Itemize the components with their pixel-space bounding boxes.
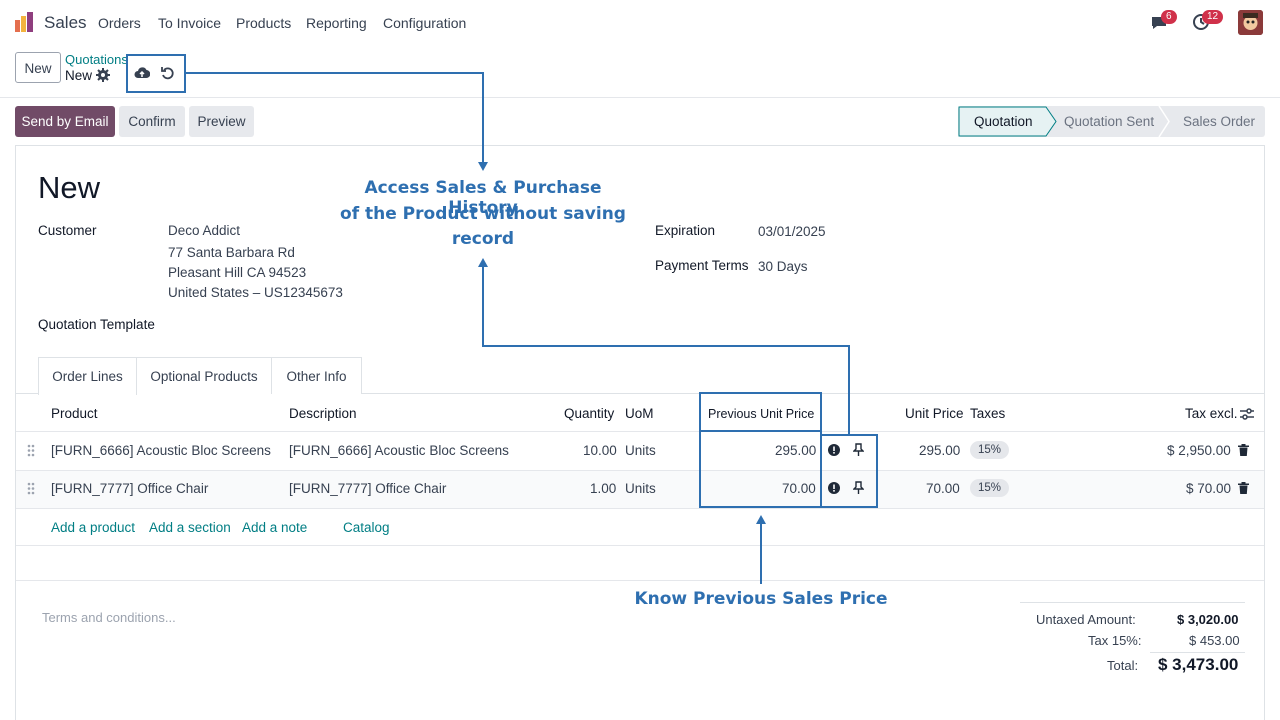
tab-optional-products[interactable]: Optional Products — [136, 357, 272, 394]
status-quotation-sent[interactable]: Quotation Sent — [1064, 106, 1154, 137]
totals-top-border — [1020, 602, 1245, 603]
row-quantity[interactable]: 10.00 — [583, 443, 617, 458]
annotation-connector-to-icons — [848, 345, 850, 435]
quotation-template-label: Quotation Template — [38, 317, 155, 332]
col-tax-excl[interactable]: Tax excl. — [1185, 406, 1238, 421]
col-product[interactable]: Product — [51, 406, 98, 421]
tab-order-lines[interactable]: Order Lines — [38, 357, 137, 395]
annotation-arrow-up-price-icon — [755, 512, 767, 524]
row-unit-price[interactable]: 70.00 — [926, 481, 960, 496]
menu-reporting[interactable]: Reporting — [306, 15, 367, 31]
add-links-divider — [16, 545, 1264, 546]
drag-handle-icon[interactable] — [27, 482, 35, 495]
payment-terms-value[interactable]: 30 Days — [758, 259, 808, 274]
total-label: Total: — [1107, 658, 1139, 673]
delete-row-icon[interactable] — [1238, 482, 1249, 494]
menu-orders[interactable]: Orders — [98, 15, 141, 31]
tax-badge[interactable]: 15% — [970, 441, 1010, 459]
annotation-box-previous-price-values — [699, 430, 822, 508]
customer-label: Customer — [38, 223, 97, 238]
customer-name[interactable]: Deco Addict — [168, 223, 240, 238]
tax-label: Tax 15%: — [1088, 633, 1142, 648]
confirm-button[interactable]: Confirm — [119, 106, 185, 137]
catalog-link[interactable]: Catalog — [343, 520, 390, 535]
annotation-box-history-icons — [820, 434, 878, 508]
tax-badge[interactable]: 15% — [970, 479, 1010, 497]
row-divider — [16, 508, 1264, 509]
payment-terms-label: Payment Terms — [655, 258, 749, 273]
customer-address-line3: United States – US12345673 — [168, 285, 343, 300]
totals-divider — [1150, 652, 1245, 653]
row-uom[interactable]: Units — [625, 443, 656, 458]
row-description[interactable]: [FURN_7777] Office Chair — [289, 481, 446, 496]
customer-address-line1: 77 Santa Barbara Rd — [168, 245, 295, 260]
customer-address-line2: Pleasant Hill CA 94523 — [168, 265, 307, 280]
annotation-previous-price: Know Previous Sales Price — [634, 589, 888, 609]
row-description[interactable]: [FURN_6666] Acoustic Bloc Screens — [289, 443, 509, 458]
column-settings-icon[interactable] — [1240, 407, 1254, 421]
row-quantity[interactable]: 1.00 — [590, 481, 616, 496]
app-name[interactable]: Sales — [44, 13, 87, 33]
col-uom[interactable]: UoM — [625, 406, 654, 421]
annotation-connector-price — [760, 518, 762, 584]
add-product-link[interactable]: Add a product — [51, 520, 135, 535]
delete-row-icon[interactable] — [1238, 444, 1249, 456]
menu-to-invoice[interactable]: To Invoice — [158, 15, 221, 31]
status-sales-order[interactable]: Sales Order — [1183, 106, 1255, 137]
add-section-link[interactable]: Add a section — [149, 520, 231, 535]
menu-configuration[interactable]: Configuration — [383, 15, 466, 31]
annotation-history-line2: of the Product without saving — [340, 204, 626, 224]
user-avatar[interactable] — [1238, 10, 1263, 35]
gear-icon[interactable] — [96, 68, 110, 82]
expiration-value[interactable]: 03/01/2025 — [758, 224, 826, 239]
row-subtotal: $ 70.00 — [1186, 481, 1232, 496]
annotation-arrow-down-icon — [477, 160, 489, 171]
preview-button[interactable]: Preview — [189, 106, 254, 137]
expiration-label: Expiration — [655, 223, 716, 238]
col-description[interactable]: Description — [289, 406, 357, 421]
messages-badge: 6 — [1161, 10, 1177, 24]
annotation-box-previous-price-header — [699, 392, 822, 432]
breadcrumb-quotations[interactable]: Quotations — [65, 52, 128, 67]
col-taxes[interactable]: Taxes — [970, 406, 1005, 421]
row-unit-price[interactable]: 295.00 — [919, 443, 960, 458]
row-product[interactable]: [FURN_6666] Acoustic Bloc Screens — [51, 443, 271, 458]
untaxed-amount-value: $ 3,020.00 — [1177, 612, 1239, 627]
table-footer-divider — [16, 580, 1264, 581]
annotation-connector-up — [482, 263, 484, 347]
terms-conditions-input[interactable]: Terms and conditions... — [42, 610, 176, 625]
status-quotation[interactable]: Quotation — [974, 106, 1033, 137]
total-value: $ 3,473.00 — [1158, 655, 1239, 674]
record-title[interactable]: New — [38, 170, 100, 206]
annotation-connector-top — [185, 72, 484, 74]
activities-badge: 12 — [1202, 10, 1224, 24]
tax-value: $ 453.00 — [1189, 633, 1240, 648]
new-button[interactable]: New — [15, 52, 61, 83]
menu-products[interactable]: Products — [236, 15, 291, 31]
annotation-connector-mid — [482, 345, 850, 347]
app-logo-icon[interactable] — [14, 11, 36, 33]
col-unit-price[interactable]: Unit Price — [905, 406, 964, 421]
breadcrumb-current: New — [65, 68, 93, 83]
tab-other-info[interactable]: Other Info — [271, 357, 362, 394]
top-navbar: Sales Orders To Invoice Products Reporti… — [0, 0, 1280, 46]
col-quantity[interactable]: Quantity — [564, 406, 614, 421]
row-product[interactable]: [FURN_7777] Office Chair — [51, 481, 208, 496]
send-by-email-button[interactable]: Send by Email — [15, 106, 115, 137]
row-uom[interactable]: Units — [625, 481, 656, 496]
status-separator-1 — [1158, 105, 1170, 138]
drag-handle-icon[interactable] — [27, 444, 35, 457]
annotation-history-line3: record — [451, 229, 515, 249]
row-subtotal: $ 2,950.00 — [1167, 443, 1231, 458]
untaxed-amount-label: Untaxed Amount: — [1036, 612, 1136, 627]
annotation-connector-down — [482, 72, 484, 164]
annotation-box-save-discard — [126, 54, 186, 93]
add-note-link[interactable]: Add a note — [242, 520, 307, 535]
